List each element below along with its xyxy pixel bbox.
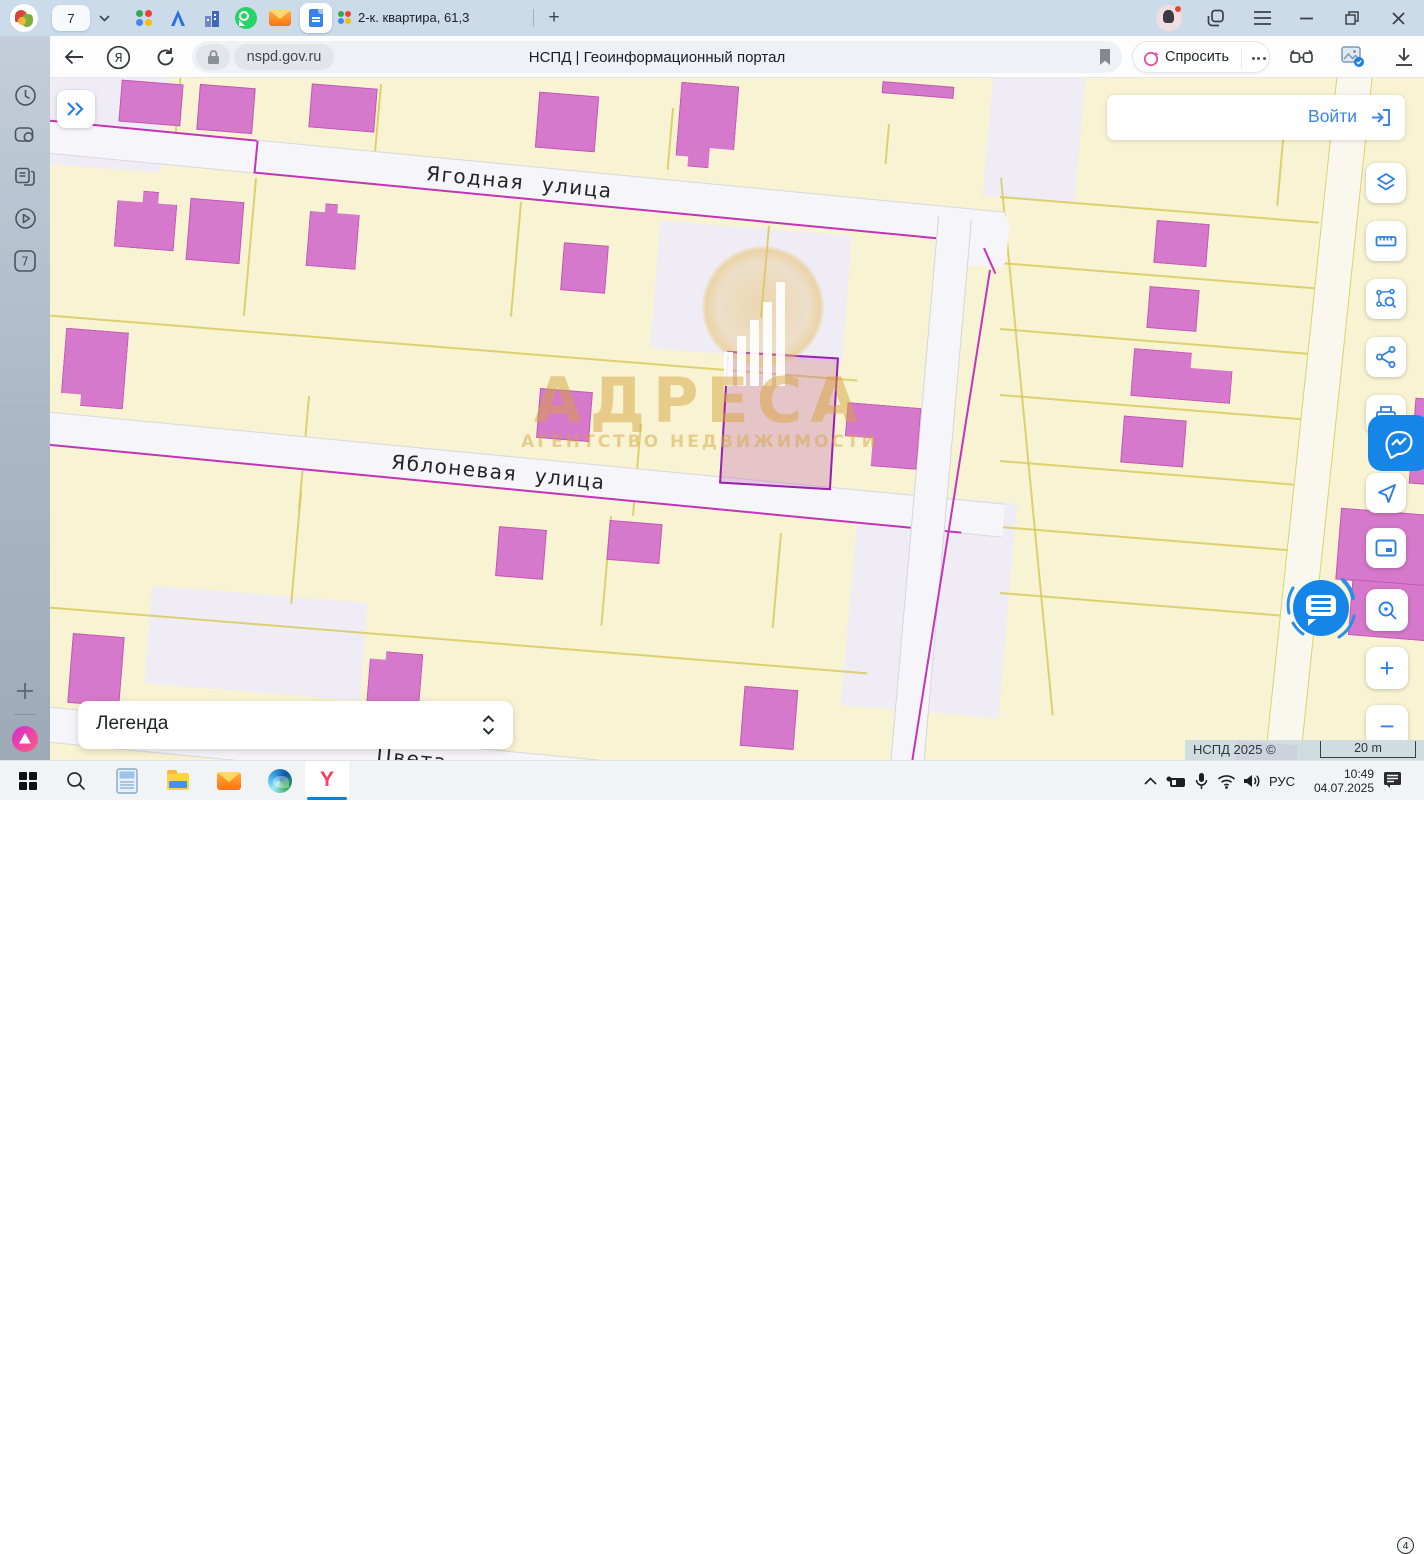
alice-assistant-icon[interactable]: [0, 726, 50, 752]
extension-icon[interactable]: [1286, 36, 1316, 78]
profile-avatar[interactable]: [1156, 5, 1182, 31]
minimize-button[interactable]: [1288, 0, 1324, 36]
language-indicator[interactable]: РУС: [1262, 761, 1302, 801]
articles-icon[interactable]: [0, 165, 50, 187]
assistant-widget[interactable]: [1368, 415, 1424, 471]
search-on-map-button[interactable]: [1366, 589, 1408, 631]
svg-text:Я: Я: [114, 51, 122, 65]
browser-sidebar: 7: [0, 36, 50, 760]
restore-button[interactable]: [1334, 0, 1370, 36]
menu-icon[interactable]: [1244, 0, 1280, 36]
taskbar-clock[interactable]: 10:49 04.07.2025: [1302, 761, 1376, 801]
ask-ai-button[interactable]: Спросить: [1132, 41, 1270, 73]
yandex-browser-taskbar-active[interactable]: Y: [305, 761, 349, 798]
file-explorer-icon[interactable]: [158, 761, 198, 801]
taskbar-app-icon[interactable]: [107, 761, 147, 801]
watermark: АДРЕСА АГЕНТСТВО НЕДВИЖИМОСТИ: [50, 78, 1424, 760]
tray-microphone-icon[interactable]: [1188, 761, 1214, 801]
download-icon[interactable]: [1390, 36, 1418, 78]
url-field[interactable]: nspd.gov.ru: [234, 44, 334, 70]
chevron-down-icon[interactable]: [94, 10, 114, 26]
legend-panel[interactable]: Легенда: [78, 701, 513, 749]
share-button[interactable]: [1366, 337, 1406, 377]
time: 10:49: [1344, 767, 1374, 781]
watermark-title: АДРЕСА: [420, 364, 980, 437]
pinned-tab-a-icon[interactable]: [166, 6, 190, 30]
chat-button[interactable]: [1293, 580, 1349, 636]
tray-wifi-icon[interactable]: [1212, 761, 1240, 801]
kebab-menu-icon[interactable]: [1251, 49, 1267, 67]
locate-button[interactable]: [1366, 473, 1406, 513]
browser-toolbar: Я НСПД | Геоинформационный портал nspd.g…: [0, 36, 1424, 78]
browser-logo-icon[interactable]: [10, 4, 38, 32]
bookmark-icon[interactable]: [1098, 48, 1112, 66]
pinned-tab-document-active[interactable]: [300, 3, 332, 33]
map-attribution: НСПД 2025 © 20 m: [1185, 740, 1424, 760]
watermark-subtitle: АГЕНТСТВО НЕДВИЖИМОСТИ: [450, 432, 950, 452]
map-canvas[interactable]: Ягодная улица Яблоневая улица Цвета АДРЕ…: [50, 78, 1424, 760]
reload-button[interactable]: [152, 36, 178, 78]
tab-favicon: [338, 11, 351, 24]
ask-label: Спросить: [1165, 49, 1229, 65]
pinned-tab-building-icon[interactable]: [200, 6, 224, 30]
yandex-search-icon[interactable]: Я: [104, 36, 132, 78]
tab-group-chip[interactable]: 7: [52, 5, 90, 31]
tray-device-icon[interactable]: [1162, 761, 1190, 801]
tab-counter-icon[interactable]: 7: [0, 249, 50, 273]
collapse-chevrons-icon[interactable]: [482, 715, 495, 735]
edge-icon[interactable]: [260, 761, 300, 801]
zoom-in-button[interactable]: +: [1366, 647, 1408, 689]
add-icon[interactable]: [0, 681, 50, 701]
layers-button[interactable]: [1366, 163, 1406, 203]
start-button[interactable]: [8, 761, 48, 801]
date: 04.07.2025: [1314, 781, 1374, 795]
lock-icon[interactable]: [196, 44, 230, 70]
tab-separator: [533, 9, 534, 27]
sidebar-divider: [14, 714, 36, 715]
new-tab-button[interactable]: +: [541, 5, 567, 31]
screenshot-icon[interactable]: [0, 124, 50, 144]
attribution-text: НСПД 2025 ©: [1193, 742, 1276, 757]
login-label: Войти: [1308, 106, 1357, 127]
svg-text:7: 7: [21, 255, 29, 269]
pinned-tab-apps-icon[interactable]: [132, 6, 156, 30]
windows-taskbar: Y РУС 10:49 04.07.2025 4: [0, 760, 1424, 800]
spatial-search-button[interactable]: [1366, 279, 1406, 319]
active-tab-title[interactable]: 2-к. квартира, 61,3 м², 4/1: [358, 10, 470, 27]
shared-tabs-icon[interactable]: [1198, 0, 1234, 36]
notification-center-icon[interactable]: [1374, 761, 1414, 801]
screenshot-extension-icon[interactable]: [1338, 36, 1368, 78]
mini-map-button[interactable]: [1366, 528, 1406, 568]
login-bar[interactable]: Войти: [1107, 95, 1405, 140]
back-button[interactable]: [62, 36, 86, 78]
pinned-tab-whatsapp-icon[interactable]: [234, 6, 258, 30]
notification-badge: 4: [1397, 1537, 1414, 1554]
chat-bubble-icon: [1306, 595, 1336, 616]
measure-button[interactable]: [1366, 221, 1406, 261]
address-bar[interactable]: НСПД | Геоинформационный портал nspd.gov…: [192, 41, 1122, 73]
ai-sparkle-icon: [1143, 50, 1160, 67]
history-icon[interactable]: [0, 84, 50, 107]
mail-app-icon[interactable]: [209, 761, 249, 801]
expand-panel-button[interactable]: [57, 90, 95, 128]
video-icon[interactable]: [0, 207, 50, 230]
taskbar-search-icon[interactable]: [56, 761, 96, 801]
browser-tab-bar: 7 2-к. квартира, 61,3 м², 4/1 +: [0, 0, 1424, 36]
pinned-tab-mail-icon[interactable]: [268, 6, 292, 30]
legend-label: Легенда: [96, 713, 168, 735]
close-button[interactable]: [1380, 0, 1416, 36]
login-icon: [1370, 107, 1391, 128]
scale-bar: 20 m: [1320, 741, 1416, 758]
tray-chevron-icon[interactable]: [1136, 761, 1164, 801]
